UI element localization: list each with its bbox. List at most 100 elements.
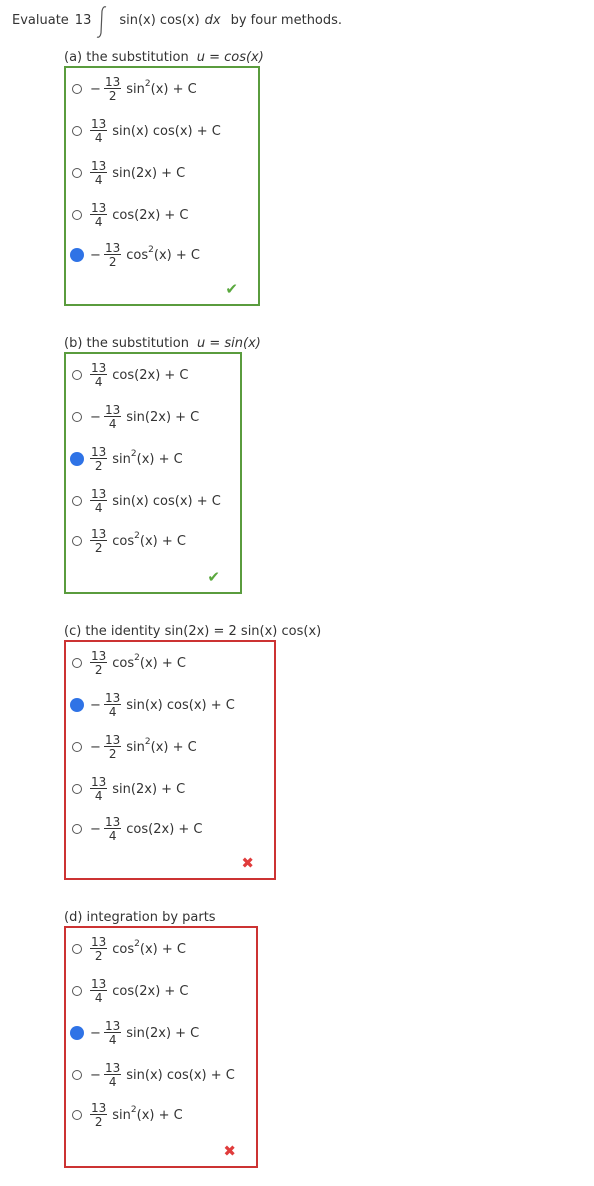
radio-icon[interactable]	[72, 742, 82, 752]
answer-option[interactable]: 13 2 sin2(x) + C	[72, 1100, 183, 1130]
answer-option[interactable]: 13 4 cos(2x) + C	[72, 200, 189, 230]
expression-function: sin	[112, 1107, 131, 1123]
part-substitution: u = sin(x)	[196, 336, 261, 351]
answer-option[interactable]: 13 4 cos(2x) + C	[72, 976, 189, 1006]
answer-option[interactable]: 13 2 cos2(x) + C	[72, 648, 186, 678]
radio-icon[interactable]	[72, 944, 82, 954]
fraction-numerator: 13	[90, 361, 108, 375]
radio-selected-icon[interactable]	[71, 249, 83, 261]
expression-function: sin(x) cos(x) + C	[112, 123, 221, 139]
answer-option[interactable]: −13 4 sin(x) cos(x) + C	[71, 690, 235, 720]
answer-option[interactable]: 13 4 cos(2x) + C	[72, 360, 189, 390]
part-label: (c) the identity sin(2x) = 2 sin(x) cos(…	[64, 624, 321, 639]
answer-option[interactable]: −13 4 sin(2x) + C	[71, 1018, 199, 1048]
answer-option[interactable]: 13 2 sin2(x) + C	[71, 444, 183, 474]
expression-function: cos	[126, 247, 149, 263]
fraction-denominator: 4	[94, 173, 103, 187]
option-fraction: 13 4	[90, 361, 108, 388]
fraction-denominator: 4	[94, 501, 103, 515]
radio-icon[interactable]	[72, 370, 82, 380]
radio-icon[interactable]	[72, 784, 82, 794]
option-expression: sin(x) cos(x) + C	[112, 124, 221, 139]
option-expression: sin2(x) + C	[126, 737, 197, 755]
answer-option[interactable]: −13 2 sin2(x) + C	[72, 74, 197, 104]
radio-selected-icon[interactable]	[71, 1027, 83, 1039]
expression-function: cos(2x) + C	[112, 207, 189, 223]
answer-option[interactable]: 13 2 cos2(x) + C	[72, 526, 186, 556]
question-prompt: Evaluate 13 sin(x) cos(x) dx by four met…	[12, 6, 342, 38]
option-fraction: 13 4	[90, 160, 108, 187]
fraction-numerator: 13	[90, 977, 108, 991]
part-label-text: (d) integration by parts	[64, 910, 216, 925]
option-expression: cos(2x) + C	[112, 984, 188, 999]
fraction-numerator: 13	[90, 527, 108, 541]
part-label-text: (b) the substitution	[64, 336, 189, 351]
option-sign: −	[90, 697, 101, 713]
answer-option[interactable]: −13 4 sin(2x) + C	[72, 402, 199, 432]
option-expression: sin(2x) + C	[112, 166, 185, 181]
radio-icon[interactable]	[72, 658, 82, 668]
question-differential: dx	[204, 12, 221, 28]
expression-function: sin(2x) + C	[112, 781, 186, 797]
expression-function: cos(2x) + C	[126, 821, 203, 837]
answer-option[interactable]: 13 4 sin(2x) + C	[72, 158, 185, 188]
radio-icon[interactable]	[72, 84, 82, 94]
fraction-numerator: 13	[104, 1019, 122, 1033]
expression-argument: (x) + C	[150, 739, 197, 755]
expression-function: sin	[126, 739, 145, 755]
fraction-denominator: 4	[108, 1075, 117, 1089]
part-label: (d) integration by parts	[64, 910, 216, 925]
option-sign: −	[90, 247, 101, 263]
part-label: (b) the substitution u = sin(x)	[64, 336, 261, 351]
radio-icon[interactable]	[72, 412, 82, 422]
radio-icon[interactable]	[72, 126, 82, 136]
radio-selected-icon[interactable]	[71, 453, 83, 465]
question-prefix: Evaluate	[12, 12, 69, 28]
option-expression: cos2(x) + C	[126, 245, 200, 263]
fraction-denominator: 2	[94, 1115, 103, 1129]
option-fraction: 13 2	[90, 527, 108, 555]
answer-option[interactable]: 13 2 cos2(x) + C	[72, 934, 186, 964]
option-fraction: 13 2	[104, 734, 122, 760]
part-label-text: (c) the identity sin(2x) = 2 sin(x) cos(…	[64, 624, 322, 639]
fraction-denominator: 4	[94, 215, 103, 229]
answer-option[interactable]: 13 4 sin(x) cos(x) + C	[72, 116, 221, 146]
answer-option[interactable]: −13 2 cos2(x) + C	[71, 240, 200, 270]
radio-icon[interactable]	[72, 210, 82, 220]
option-expression: sin(x) cos(x) + C	[126, 698, 235, 713]
radio-icon[interactable]	[72, 1110, 82, 1120]
answer-option[interactable]: −13 4 cos(2x) + C	[72, 814, 203, 844]
answer-option[interactable]: 13 4 sin(2x) + C	[72, 774, 185, 804]
radio-selected-icon[interactable]	[71, 699, 83, 711]
option-fraction: 13 4	[104, 1019, 122, 1046]
radio-icon[interactable]	[72, 1070, 82, 1080]
radio-icon[interactable]	[72, 168, 82, 178]
expression-function: cos(2x) + C	[112, 367, 189, 383]
answer-option[interactable]: −13 2 sin2(x) + C	[72, 732, 197, 762]
expression-function: cos(2x) + C	[112, 983, 189, 999]
fraction-numerator: 13	[104, 1061, 122, 1075]
option-fraction: 13 2	[90, 446, 108, 472]
answer-option[interactable]: −13 4 sin(x) cos(x) + C	[72, 1060, 235, 1090]
answer-option[interactable]: 13 4 sin(x) cos(x) + C	[72, 486, 221, 516]
option-expression: cos2(x) + C	[112, 531, 186, 549]
fraction-numerator: 13	[104, 815, 122, 829]
option-expression: cos(2x) + C	[112, 368, 188, 383]
radio-icon[interactable]	[72, 824, 82, 834]
fraction-denominator: 2	[108, 255, 117, 269]
option-expression: sin(2x) + C	[112, 782, 185, 797]
radio-icon[interactable]	[72, 536, 82, 546]
radio-icon[interactable]	[72, 986, 82, 996]
option-fraction: 13 4	[104, 691, 122, 719]
radio-icon[interactable]	[72, 496, 82, 506]
part-label-text: (a) the substitution	[64, 50, 189, 65]
checkmark-icon: ✔	[207, 568, 220, 586]
option-fraction: 13 4	[104, 404, 122, 430]
option-fraction: 13 4	[90, 202, 108, 229]
fraction-numerator: 13	[104, 691, 122, 705]
fraction-denominator: 2	[94, 541, 103, 555]
option-fraction: 13 4	[90, 977, 108, 1004]
fraction-denominator: 4	[108, 705, 117, 719]
expression-argument: (x) + C	[139, 941, 186, 957]
cross-icon: ✖	[241, 854, 254, 872]
